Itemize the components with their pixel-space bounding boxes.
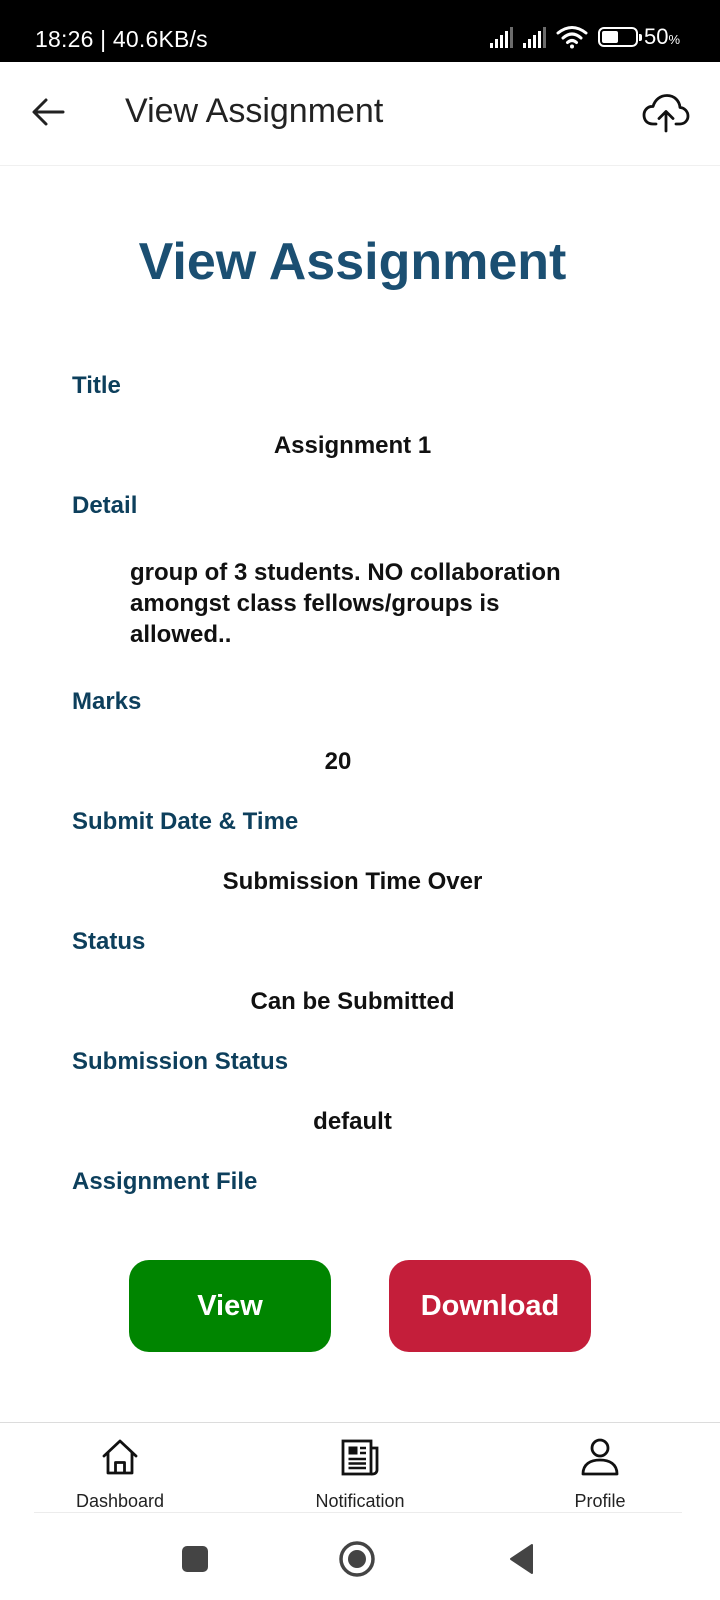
status-label: Status [72,928,146,955]
home-circle-icon [339,1541,375,1577]
nav-label-profile: Profile [574,1491,626,1511]
title-value: Assignment 1 [273,432,432,459]
status-value: Can be Submitted [250,988,455,1015]
view-button[interactable]: View [129,1260,331,1352]
user-icon [578,1435,622,1479]
back-system-button[interactable] [496,1534,546,1584]
battery-indicator: 50% [597,24,680,50]
status-bar: 18:26 | 40.6KB/s 50% [0,0,720,62]
cloud-upload-icon [642,94,690,133]
wifi-icon [556,26,588,49]
recent-apps-button[interactable] [170,1534,220,1584]
system-navigation-bar [0,1514,720,1600]
nav-label-dashboard: Dashboard [75,1491,165,1511]
assignment-file-label: Assignment File [72,1168,258,1195]
marks-value: 20 [324,748,352,775]
title-label: Title [72,372,121,399]
marks-label: Marks [72,688,142,715]
download-button[interactable]: Download [389,1260,591,1352]
home-icon [98,1435,142,1479]
arrow-left-icon [32,98,65,126]
app-bar-title: View Assignment [125,92,384,130]
home-system-button[interactable] [332,1534,382,1584]
app-bar: View Assignment [0,62,720,166]
upload-button[interactable] [640,87,692,139]
detail-label: Detail [72,492,138,519]
nav-label-notification: Notification [315,1491,405,1511]
submit-date-value: Submission Time Over [222,868,483,895]
submission-status-value: default [313,1108,392,1135]
signal-strength-2-icon [522,26,546,48]
nav-item-dashboard[interactable]: Dashboard [20,1435,220,1512]
page-heading: View Assignment [138,233,567,291]
status-time: 18:26 | 40.6KB/s [35,26,208,52]
back-button[interactable] [26,90,70,134]
detail-value: group of 3 students. NO collaboration am… [130,559,561,648]
back-triangle-icon [510,1544,533,1574]
nav-item-profile[interactable]: Profile [500,1435,700,1512]
submit-date-label: Submit Date & Time [72,808,299,835]
signal-strength-icon [489,26,513,48]
status-icons: 50% [489,24,680,50]
nav-item-notification[interactable]: Notification [260,1435,460,1512]
nav-divider [34,1512,682,1513]
submission-status-label: Submission Status [72,1048,289,1075]
recent-apps-icon [182,1546,208,1572]
battery-percent: 50% [643,24,680,49]
bottom-navigation: Dashboard Notification Profile [0,1422,720,1514]
battery-icon [597,27,642,47]
newspaper-icon [338,1435,382,1479]
